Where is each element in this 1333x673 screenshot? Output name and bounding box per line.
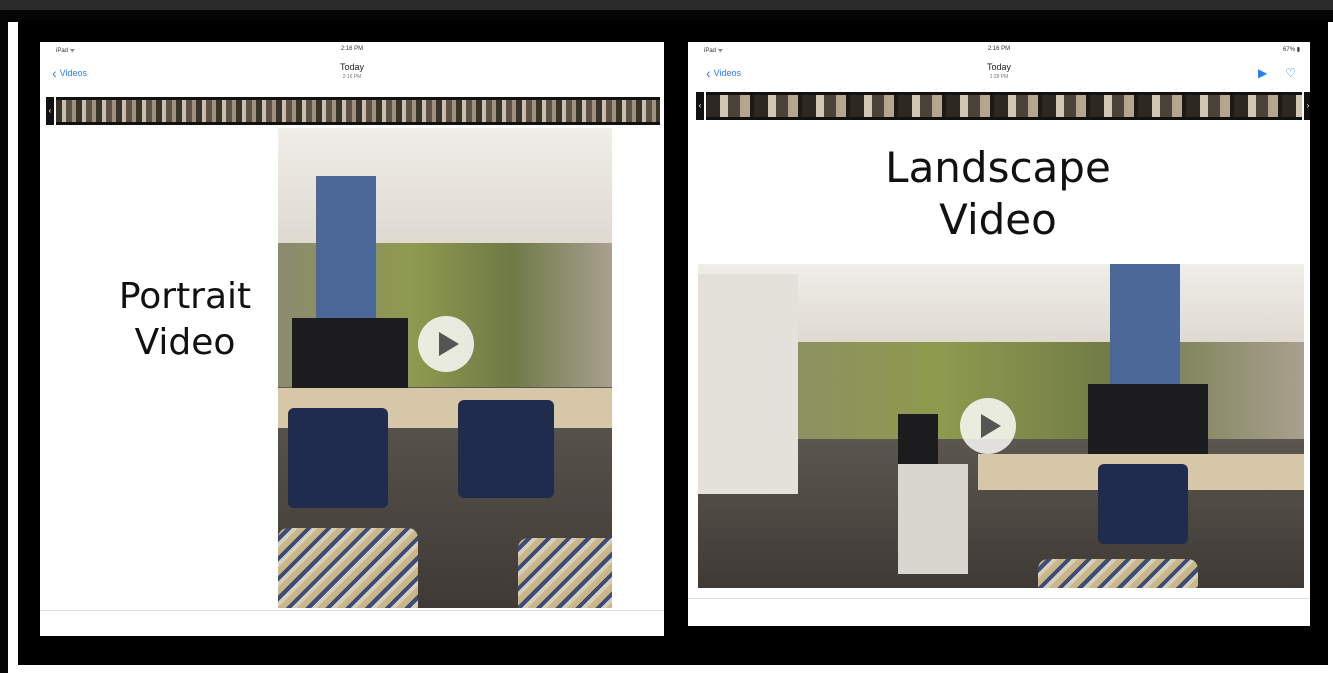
landscape-video[interactable] (698, 264, 1304, 588)
video-window-blind (698, 274, 798, 494)
nav-actions: ▶ ♡ (1258, 66, 1296, 80)
divider (688, 598, 1310, 599)
nav-subtitle: 2:16 PM (342, 74, 362, 80)
video-pillar (316, 176, 376, 326)
video-chair-fabric (278, 528, 418, 608)
play-icon[interactable]: ▶ (1258, 66, 1267, 80)
status-bar: iPad ᯤ 2:16 PM 67% ▮ (688, 42, 1310, 56)
portrait-video[interactable] (278, 128, 612, 608)
heart-icon[interactable]: ♡ (1285, 66, 1296, 80)
status-bar: iPad ᯤ 2:16 PM (40, 42, 664, 56)
caption-line: Landscape (885, 143, 1111, 192)
nav-title: Today (986, 62, 1012, 72)
video-chair-fabric (1038, 559, 1198, 588)
status-time: 2:16 PM (340, 46, 364, 52)
play-triangle (981, 414, 1001, 438)
portrait-caption: Portrait Video (90, 274, 280, 366)
landscape-caption: Landscape Video (848, 142, 1148, 246)
scrubber-right-handle[interactable]: › (1304, 92, 1310, 120)
status-battery: 67% ▮ (1283, 47, 1300, 53)
video-chair (1098, 464, 1188, 544)
video-pillar (1110, 264, 1180, 384)
status-time: 2:16 PM (987, 46, 1011, 52)
nav-bar: ‹ Videos Today 2:16 PM (40, 56, 664, 92)
scrubber-left-handle[interactable]: ‹ (696, 92, 704, 120)
portrait-screen: iPad ᯤ 2:16 PM ‹ Videos Today 2:16 PM ‹ … (40, 42, 664, 636)
caption-line: Video (134, 322, 236, 363)
caption-line: Video (939, 195, 1057, 244)
scrubber-left-handle[interactable]: ‹ (46, 97, 54, 125)
video-phone (898, 414, 938, 464)
landscape-screen: iPad ᯤ 2:16 PM 67% ▮ ‹ Videos Today 1:28… (688, 42, 1310, 626)
caption-line: Portrait (118, 276, 252, 317)
nav-title: Today (339, 62, 365, 72)
video-chair (458, 400, 554, 498)
video-chair-fabric (518, 538, 612, 608)
play-circle-icon[interactable] (960, 398, 1016, 454)
play-circle-icon[interactable] (418, 316, 474, 372)
play-triangle (439, 332, 459, 356)
video-chair (288, 408, 388, 508)
video-scrubber[interactable]: ‹ (46, 97, 660, 125)
nav-subtitle: 1:28 PM (989, 74, 1009, 80)
video-monitor (292, 318, 408, 388)
video-monitor (1088, 384, 1208, 454)
divider (40, 610, 664, 611)
video-cabinet (898, 464, 968, 574)
nav-bar: ‹ Videos Today 1:28 PM ▶ ♡ (688, 56, 1310, 92)
video-scrubber[interactable]: ‹ › (696, 92, 1310, 120)
